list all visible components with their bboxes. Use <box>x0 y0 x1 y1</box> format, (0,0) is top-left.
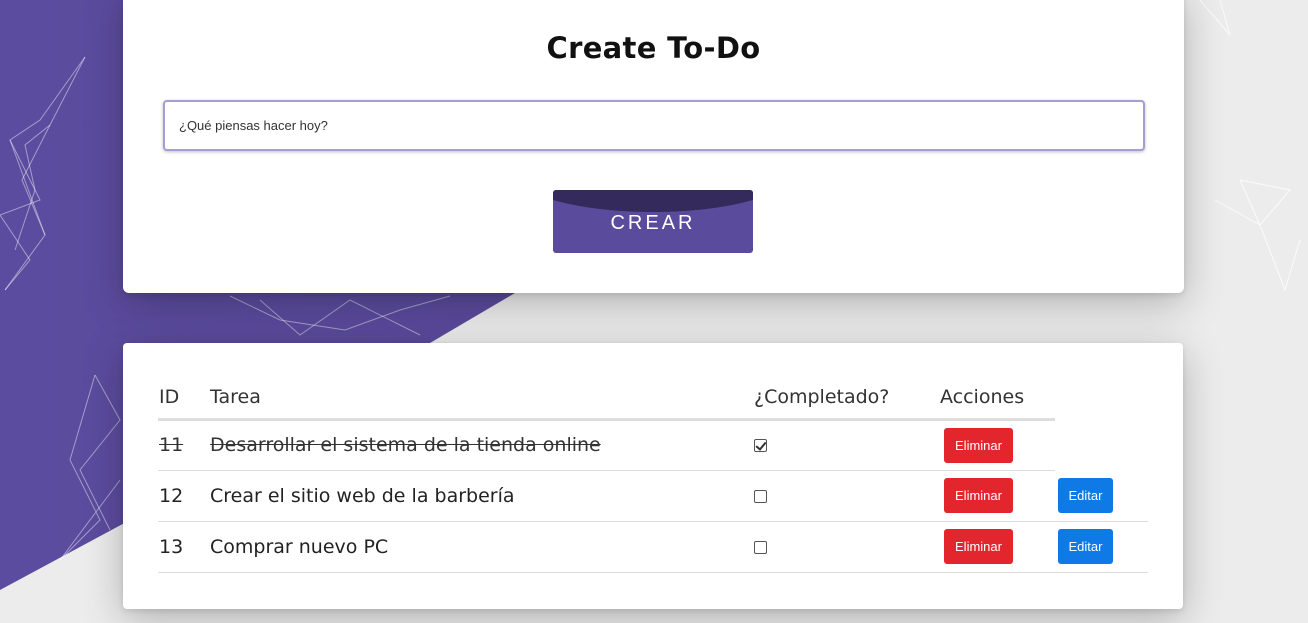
task-id: 13 <box>158 521 204 573</box>
table-row: 13 Comprar nuevo PC Eliminar Editar <box>158 521 1148 573</box>
page-title: Create To-Do <box>546 31 761 65</box>
column-header-completed: ¿Completado? <box>754 375 940 421</box>
todo-input[interactable] <box>163 100 1145 151</box>
completed-checkbox[interactable] <box>754 439 767 452</box>
delete-button[interactable]: Eliminar <box>944 529 1013 564</box>
column-header-task: Tarea <box>204 375 754 421</box>
table-header-row: ID Tarea ¿Completado? Acciones <box>158 375 1148 421</box>
table-row: 11 Desarrollar el sistema de la tienda o… <box>158 419 1148 471</box>
todo-list-card: ID Tarea ¿Completado? Acciones 11 Desarr… <box>123 343 1183 609</box>
column-header-edit <box>1055 375 1148 419</box>
completed-checkbox[interactable] <box>754 489 767 503</box>
delete-button[interactable]: Eliminar <box>944 478 1013 513</box>
create-button-label: CREAR <box>610 212 696 234</box>
task-id: 11 <box>159 434 184 456</box>
edit-button[interactable]: Editar <box>1058 477 1113 513</box>
task-title: Crear el sitio web de la barbería <box>204 470 754 522</box>
task-title: Comprar nuevo PC <box>204 521 754 573</box>
create-button[interactable]: CREAR <box>553 190 753 253</box>
task-id: 12 <box>158 470 204 522</box>
task-title: Desarrollar el sistema de la tienda onli… <box>210 434 601 456</box>
table-row: 12 Crear el sitio web de la barbería Eli… <box>158 470 1148 522</box>
column-header-id: ID <box>158 375 204 421</box>
edit-button[interactable]: Editar <box>1058 529 1113 564</box>
delete-button[interactable]: Eliminar <box>944 427 1013 463</box>
create-todo-card: Create To-Do CREAR <box>123 0 1184 293</box>
completed-checkbox[interactable] <box>754 540 767 554</box>
todo-table: ID Tarea ¿Completado? Acciones 11 Desarr… <box>158 375 1148 573</box>
column-header-actions: Acciones <box>940 375 1055 421</box>
